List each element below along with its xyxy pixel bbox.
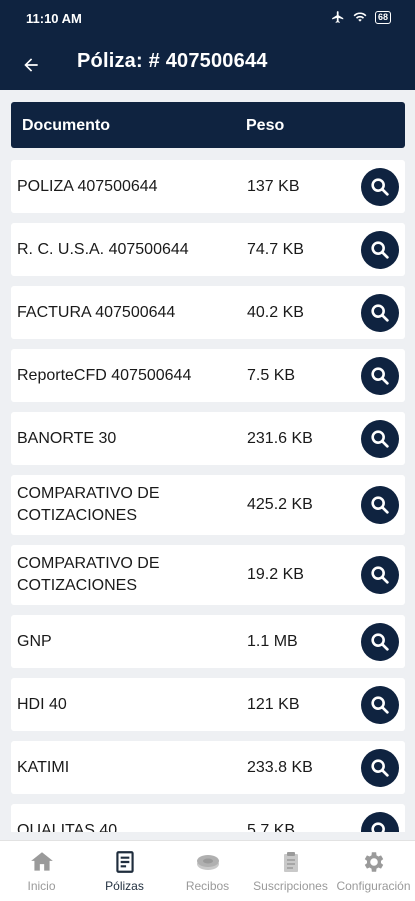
nav-label: Suscripciones (253, 879, 328, 893)
view-document-button[interactable] (361, 486, 399, 524)
page-title: Póliza: # 407500644 (77, 50, 268, 72)
search-icon (371, 821, 385, 832)
document-name: HDI 40 (17, 695, 67, 713)
document-name: POLIZA 407500644 (17, 177, 158, 195)
nav-item-inicio[interactable]: Inicio (0, 841, 83, 901)
table-row: FACTURA 407500644 40.2 KB (11, 286, 405, 339)
search-icon (371, 366, 389, 385)
table-row: COMPARATIVO DE COTIZACIONES 425.2 KB (11, 475, 405, 535)
arrow-back-icon (24, 58, 38, 72)
document-name: GNP (17, 632, 52, 650)
document-size: 233.8 KB (247, 758, 313, 776)
gear-icon (364, 852, 383, 872)
table-row: KATIMI 233.8 KB (11, 741, 405, 794)
document-name: COMPARATIVO DE COTIZACIONES (17, 555, 160, 594)
view-document-button[interactable] (361, 419, 399, 458)
table-rows: POLIZA 407500644 137 KB R. C. U.S.A. 407… (11, 160, 405, 832)
search-icon (371, 177, 389, 196)
bottom-nav: Inicio Pólizas Recibos Suscripciones Con… (0, 840, 415, 901)
battery-icon: 68 (374, 10, 391, 24)
document-size: 7.5 KB (247, 366, 296, 384)
status-icons: 68 (331, 10, 391, 24)
home-icon (30, 852, 53, 871)
table-row: HDI 40 121 KB (11, 678, 405, 731)
document-name: FACTURA 407500644 (17, 303, 176, 321)
document-name: COMPARATIVO DE COTIZACIONES (17, 485, 160, 524)
table-row: POLIZA 407500644 137 KB (11, 160, 405, 213)
nav-label: Recibos (185, 879, 230, 893)
subscriptions-icon (283, 852, 298, 872)
back-button[interactable] (16, 50, 46, 80)
document-size: 40.2 KB (247, 303, 304, 321)
column-header-document: Documento (22, 117, 110, 134)
document-name: KATIMI (17, 758, 70, 776)
nav-item-polizas[interactable]: Pólizas (83, 841, 166, 901)
policies-icon (115, 851, 134, 873)
document-name: ReporteCFD 407500644 (17, 366, 192, 384)
document-name: R. C. U.S.A. 407500644 (17, 240, 189, 258)
document-size: 74.7 KB (247, 240, 304, 258)
table-row: QUALITAS 40 5.7 KB (11, 804, 405, 832)
status-bar: 11:10 AM 68 (0, 0, 415, 40)
view-document-button[interactable] (361, 556, 399, 594)
search-icon (371, 695, 389, 714)
document-size: 425.2 KB (247, 496, 313, 513)
documents-list[interactable]: Documento Peso POLIZA 407500644 137 KB R… (0, 90, 415, 832)
search-icon (371, 429, 389, 448)
document-size: 137 KB (247, 177, 300, 195)
view-document-button[interactable] (361, 167, 399, 206)
document-size: 5.7 KB (247, 821, 296, 833)
table-row: GNP 1.1 MB (11, 615, 405, 668)
search-icon (371, 240, 389, 259)
app-bar: Póliza: # 407500644 (0, 40, 415, 90)
airplane-icon (332, 11, 344, 23)
search-icon (371, 566, 389, 584)
search-icon (371, 632, 389, 651)
search-icon (371, 496, 389, 514)
document-size: 121 KB (247, 695, 300, 713)
view-document-button[interactable] (361, 356, 399, 395)
nav-label: Inicio (27, 879, 56, 893)
view-document-button[interactable] (361, 293, 399, 332)
search-icon (371, 303, 389, 322)
nav-label: Pólizas (105, 879, 144, 893)
nav-label: Configuración (336, 879, 411, 893)
table-row: R. C. U.S.A. 407500644 74.7 KB (11, 223, 405, 276)
table-row: COMPARATIVO DE COTIZACIONES 19.2 KB (11, 545, 405, 605)
table-row: ReporteCFD 407500644 7.5 KB (11, 349, 405, 402)
view-document-button[interactable] (361, 748, 399, 787)
document-name: QUALITAS 40 (17, 821, 118, 833)
wifi-icon (353, 12, 367, 22)
view-document-button[interactable] (361, 685, 399, 724)
search-icon (371, 758, 389, 777)
nav-item-recibos[interactable]: Recibos (166, 841, 249, 901)
receipts-icon (196, 855, 219, 870)
status-time: 11:10 AM (26, 11, 82, 26)
view-document-button[interactable] (361, 230, 399, 269)
document-name: BANORTE 30 (17, 429, 117, 447)
table-row: BANORTE 30 231.6 KB (11, 412, 405, 465)
nav-item-configuracion[interactable]: Configuración (332, 841, 415, 901)
document-size: 19.2 KB (247, 566, 304, 583)
column-header-size: Peso (246, 117, 285, 134)
table-header: Documento Peso (11, 102, 405, 148)
view-document-button[interactable] (361, 811, 399, 832)
view-document-button[interactable] (361, 622, 399, 661)
document-size: 1.1 MB (247, 632, 298, 650)
nav-item-suscripciones[interactable]: Suscripciones (249, 841, 332, 901)
document-size: 231.6 KB (247, 429, 313, 447)
